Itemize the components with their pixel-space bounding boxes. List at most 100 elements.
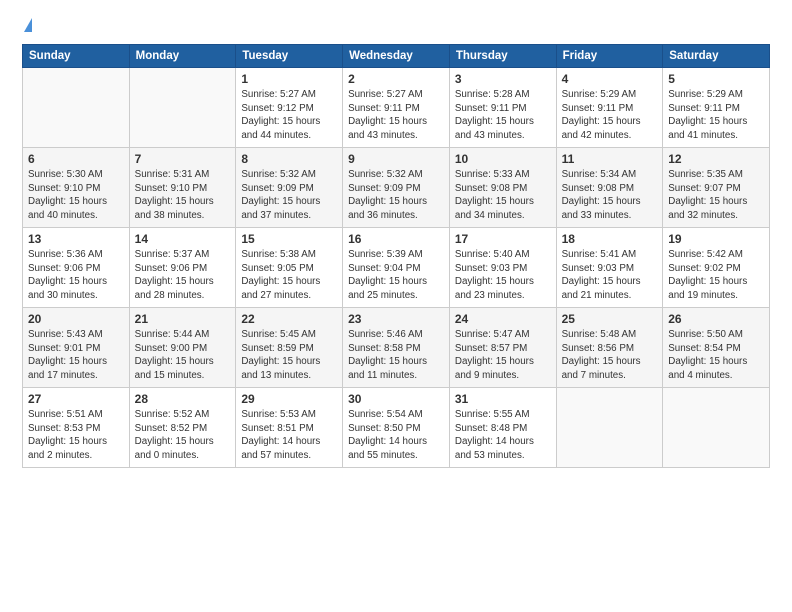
day-detail: Sunrise: 5:37 AM Sunset: 9:06 PM Dayligh…	[135, 248, 231, 303]
calendar-day: 8 Sunrise: 5:32 AM Sunset: 9:09 PM Daylig…	[236, 148, 343, 228]
page: SundayMondayTuesdayWednesdayThursdayFrid…	[0, 0, 792, 478]
calendar-day: 28 Sunrise: 5:52 AM Sunset: 8:52 PM Dayli…	[129, 388, 236, 468]
day-detail: Sunrise: 5:42 AM Sunset: 9:02 PM Dayligh…	[668, 248, 764, 303]
calendar-day	[23, 68, 130, 148]
day-number: 22	[241, 312, 337, 326]
calendar-header-row: SundayMondayTuesdayWednesdayThursdayFrid…	[23, 45, 770, 68]
calendar-day: 3 Sunrise: 5:28 AM Sunset: 9:11 PM Daylig…	[449, 68, 556, 148]
day-number: 29	[241, 392, 337, 406]
day-detail: Sunrise: 5:53 AM Sunset: 8:51 PM Dayligh…	[241, 408, 337, 463]
calendar-day: 12 Sunrise: 5:35 AM Sunset: 9:07 PM Dayli…	[663, 148, 770, 228]
calendar-day: 16Sunrise: 5:39 AM Sunset: 9:04 PM Dayli…	[343, 228, 450, 308]
day-number: 10	[455, 152, 551, 166]
calendar-day: 22 Sunrise: 5:45 AM Sunset: 8:59 PM Dayli…	[236, 308, 343, 388]
calendar-day: 5 Sunrise: 5:29 AM Sunset: 9:11 PM Daylig…	[663, 68, 770, 148]
day-number: 8	[241, 152, 337, 166]
day-detail: Sunrise: 5:36 AM Sunset: 9:06 PM Dayligh…	[28, 248, 124, 303]
calendar-day	[663, 388, 770, 468]
day-number: 17	[455, 232, 551, 246]
calendar-day: 15Sunrise: 5:38 AM Sunset: 9:05 PM Dayli…	[236, 228, 343, 308]
calendar-day: 31 Sunrise: 5:55 AM Sunset: 8:48 PM Dayli…	[449, 388, 556, 468]
calendar-day: 17Sunrise: 5:40 AM Sunset: 9:03 PM Dayli…	[449, 228, 556, 308]
day-number: 25	[562, 312, 658, 326]
calendar-day: 21 Sunrise: 5:44 AM Sunset: 9:00 PM Dayli…	[129, 308, 236, 388]
day-detail: Sunrise: 5:50 AM Sunset: 8:54 PM Dayligh…	[668, 328, 764, 383]
day-number: 31	[455, 392, 551, 406]
day-number: 4	[562, 72, 658, 86]
calendar-day: 24 Sunrise: 5:47 AM Sunset: 8:57 PM Dayli…	[449, 308, 556, 388]
day-number: 20	[28, 312, 124, 326]
day-detail: Sunrise: 5:54 AM Sunset: 8:50 PM Dayligh…	[348, 408, 444, 463]
day-number: 21	[135, 312, 231, 326]
day-number: 12	[668, 152, 764, 166]
day-detail: Sunrise: 5:31 AM Sunset: 9:10 PM Dayligh…	[135, 168, 231, 223]
day-detail: Sunrise: 5:46 AM Sunset: 8:58 PM Dayligh…	[348, 328, 444, 383]
calendar-day: 4 Sunrise: 5:29 AM Sunset: 9:11 PM Daylig…	[556, 68, 663, 148]
day-detail: Sunrise: 5:34 AM Sunset: 9:08 PM Dayligh…	[562, 168, 658, 223]
day-number: 3	[455, 72, 551, 86]
day-number: 18	[562, 232, 658, 246]
day-number: 16	[348, 232, 444, 246]
day-number: 23	[348, 312, 444, 326]
day-detail: Sunrise: 5:55 AM Sunset: 8:48 PM Dayligh…	[455, 408, 551, 463]
day-detail: Sunrise: 5:29 AM Sunset: 9:11 PM Dayligh…	[668, 88, 764, 143]
day-detail: Sunrise: 5:43 AM Sunset: 9:01 PM Dayligh…	[28, 328, 124, 383]
day-number: 28	[135, 392, 231, 406]
calendar-day	[129, 68, 236, 148]
calendar-day: 18 Sunrise: 5:41 AM Sunset: 9:03 PM Dayli…	[556, 228, 663, 308]
day-detail: Sunrise: 5:29 AM Sunset: 9:11 PM Dayligh…	[562, 88, 658, 143]
calendar-day: 25 Sunrise: 5:48 AM Sunset: 8:56 PM Dayli…	[556, 308, 663, 388]
day-detail: Sunrise: 5:48 AM Sunset: 8:56 PM Dayligh…	[562, 328, 658, 383]
day-detail: Sunrise: 5:32 AM Sunset: 9:09 PM Dayligh…	[241, 168, 337, 223]
day-detail: Sunrise: 5:28 AM Sunset: 9:11 PM Dayligh…	[455, 88, 551, 143]
day-number: 5	[668, 72, 764, 86]
day-number: 2	[348, 72, 444, 86]
day-number: 1	[241, 72, 337, 86]
day-number: 19	[668, 232, 764, 246]
calendar-day: 29 Sunrise: 5:53 AM Sunset: 8:51 PM Dayli…	[236, 388, 343, 468]
calendar-day: 7 Sunrise: 5:31 AM Sunset: 9:10 PM Daylig…	[129, 148, 236, 228]
calendar-day: 2Sunrise: 5:27 AM Sunset: 9:11 PM Daylig…	[343, 68, 450, 148]
logo-icon	[24, 18, 32, 32]
calendar-week-1: 1 Sunrise: 5:27 AM Sunset: 9:12 PM Daylig…	[23, 68, 770, 148]
calendar-week-5: 27 Sunrise: 5:51 AM Sunset: 8:53 PM Dayli…	[23, 388, 770, 468]
calendar-day: 1 Sunrise: 5:27 AM Sunset: 9:12 PM Daylig…	[236, 68, 343, 148]
day-header-thursday: Thursday	[449, 45, 556, 68]
calendar-day: 10Sunrise: 5:33 AM Sunset: 9:08 PM Dayli…	[449, 148, 556, 228]
day-header-tuesday: Tuesday	[236, 45, 343, 68]
calendar-week-4: 20 Sunrise: 5:43 AM Sunset: 9:01 PM Dayli…	[23, 308, 770, 388]
day-detail: Sunrise: 5:35 AM Sunset: 9:07 PM Dayligh…	[668, 168, 764, 223]
day-number: 30	[348, 392, 444, 406]
day-number: 6	[28, 152, 124, 166]
calendar-week-3: 13Sunrise: 5:36 AM Sunset: 9:06 PM Dayli…	[23, 228, 770, 308]
day-number: 9	[348, 152, 444, 166]
day-detail: Sunrise: 5:38 AM Sunset: 9:05 PM Dayligh…	[241, 248, 337, 303]
calendar-day: 14 Sunrise: 5:37 AM Sunset: 9:06 PM Dayli…	[129, 228, 236, 308]
day-number: 24	[455, 312, 551, 326]
day-header-wednesday: Wednesday	[343, 45, 450, 68]
day-detail: Sunrise: 5:51 AM Sunset: 8:53 PM Dayligh…	[28, 408, 124, 463]
day-number: 27	[28, 392, 124, 406]
day-header-saturday: Saturday	[663, 45, 770, 68]
day-detail: Sunrise: 5:32 AM Sunset: 9:09 PM Dayligh…	[348, 168, 444, 223]
day-number: 7	[135, 152, 231, 166]
day-detail: Sunrise: 5:44 AM Sunset: 9:00 PM Dayligh…	[135, 328, 231, 383]
calendar-day: 13Sunrise: 5:36 AM Sunset: 9:06 PM Dayli…	[23, 228, 130, 308]
calendar-table: SundayMondayTuesdayWednesdayThursdayFrid…	[22, 44, 770, 468]
calendar-day: 6 Sunrise: 5:30 AM Sunset: 9:10 PM Daylig…	[23, 148, 130, 228]
day-detail: Sunrise: 5:45 AM Sunset: 8:59 PM Dayligh…	[241, 328, 337, 383]
day-detail: Sunrise: 5:52 AM Sunset: 8:52 PM Dayligh…	[135, 408, 231, 463]
day-header-friday: Friday	[556, 45, 663, 68]
header	[22, 18, 770, 32]
calendar-day: 27 Sunrise: 5:51 AM Sunset: 8:53 PM Dayli…	[23, 388, 130, 468]
calendar-day: 9 Sunrise: 5:32 AM Sunset: 9:09 PM Daylig…	[343, 148, 450, 228]
calendar-day: 26Sunrise: 5:50 AM Sunset: 8:54 PM Dayli…	[663, 308, 770, 388]
day-number: 14	[135, 232, 231, 246]
day-detail: Sunrise: 5:41 AM Sunset: 9:03 PM Dayligh…	[562, 248, 658, 303]
day-detail: Sunrise: 5:30 AM Sunset: 9:10 PM Dayligh…	[28, 168, 124, 223]
logo	[22, 18, 32, 32]
day-detail: Sunrise: 5:47 AM Sunset: 8:57 PM Dayligh…	[455, 328, 551, 383]
day-detail: Sunrise: 5:27 AM Sunset: 9:12 PM Dayligh…	[241, 88, 337, 143]
day-number: 11	[562, 152, 658, 166]
day-header-monday: Monday	[129, 45, 236, 68]
